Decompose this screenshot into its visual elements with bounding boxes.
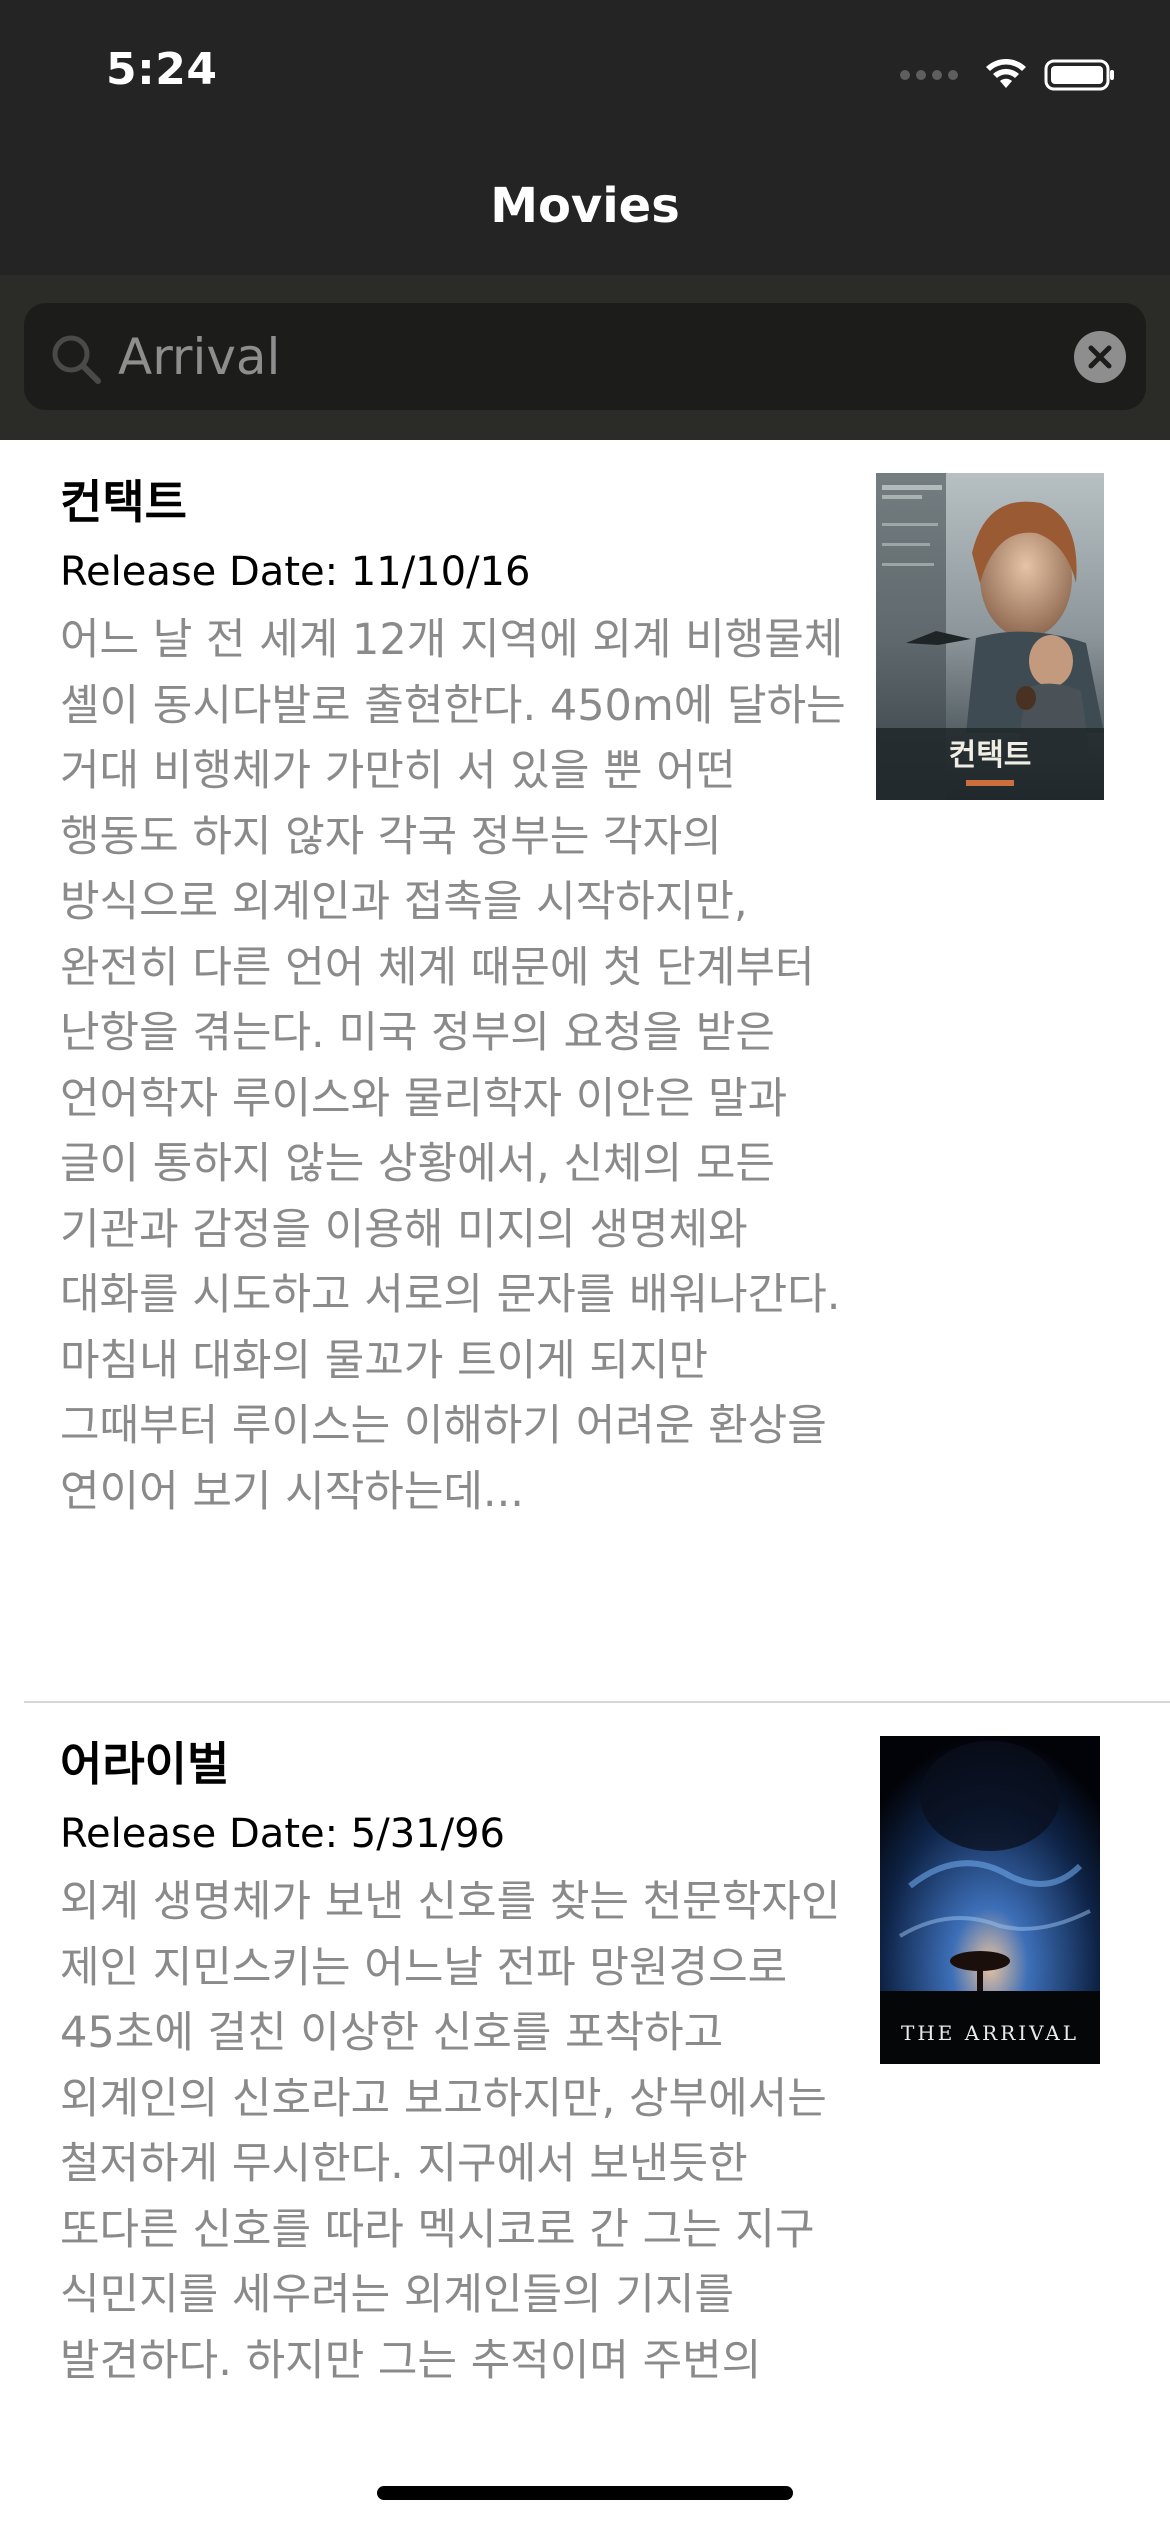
movie-text: 컨택트 Release Date: 11/10/16 어느 날 전 세계 12개…	[60, 470, 860, 1525]
poster-image: 컨택트	[876, 473, 1104, 800]
battery-icon	[1044, 59, 1114, 91]
movie-row[interactable]: 어라이벌 Release Date: 5/31/96 외계 생명체가 보낸 신호…	[0, 1702, 1170, 2428]
status-time: 5:24	[106, 44, 218, 95]
search-icon	[52, 335, 101, 384]
home-indicator[interactable]	[377, 2486, 793, 2500]
clear-search-icon[interactable]	[1072, 329, 1128, 385]
movie-release-date: Release Date: 11/10/16	[60, 549, 531, 595]
movie-title: 컨택트	[60, 475, 187, 529]
search-bar	[0, 275, 1170, 440]
search-input[interactable]	[118, 303, 1058, 410]
wifi-icon	[986, 59, 1026, 88]
movie-text: 어라이벌 Release Date: 5/31/96 외계 생명체가 보낸 신호…	[60, 1732, 860, 2394]
movie-list: 컨택트 Release Date: 11/10/16 어느 날 전 세계 12개…	[0, 440, 1170, 2428]
movie-release-date: Release Date: 5/31/96	[60, 1811, 505, 1857]
movie-overview: 어느 날 전 세계 12개 지역에 외계 비행물체 셸이 동시다발로 출현한다.…	[60, 615, 846, 1517]
poster-title: 컨택트	[949, 738, 1032, 773]
navigation-bar: 5:24 Movies	[0, 0, 1170, 275]
movie-poster: THE ARRIVAL	[880, 1736, 1100, 2064]
page-title: Movies	[490, 178, 680, 234]
movie-poster: 컨택트	[876, 473, 1104, 800]
movie-overview: 외계 생명체가 보낸 신호를 찾는 천문학자인 제인 지민스키는 어느날 전파 …	[60, 1877, 841, 2386]
search-field[interactable]	[24, 303, 1146, 410]
poster-title: THE ARRIVAL	[901, 2021, 1079, 2045]
poster-image: THE ARRIVAL	[880, 1736, 1100, 2064]
movie-row[interactable]: 컨택트 Release Date: 11/10/16 어느 날 전 세계 12개…	[0, 440, 1170, 1703]
movies-screen: 5:24 Movies Arrival 컨택트 Release Date: 11…	[0, 0, 1170, 2532]
cellular-signal-icon	[900, 70, 958, 80]
movie-title: 어라이벌	[60, 1737, 230, 1791]
status-indicators	[900, 50, 1116, 100]
